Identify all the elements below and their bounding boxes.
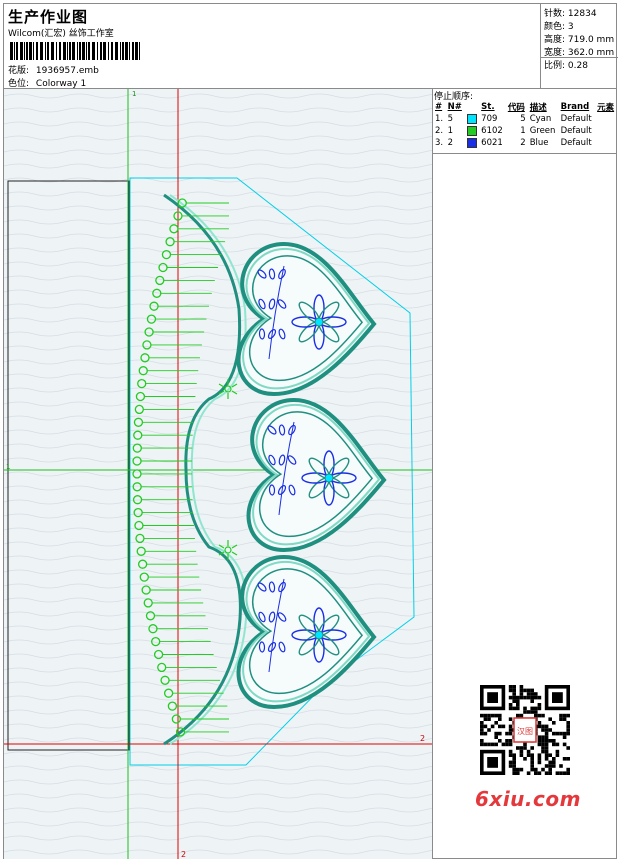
design-line: 花版: 1936957.emb [8, 63, 99, 76]
cell-st: 709 [481, 114, 498, 124]
design-file: 1936957.emb [35, 66, 99, 76]
page-title: 生产作业图 [8, 8, 89, 26]
qr-code[interactable]: 汉图 [470, 682, 580, 784]
axis-label-left: 1 [6, 463, 10, 471]
axis-label-right: 2 [420, 734, 425, 743]
table-row[interactable]: 1. 5 709 5 Cyan Default [433, 113, 617, 125]
table-row[interactable]: 2. 1 6102 1 Green Default [433, 125, 617, 137]
table-row[interactable]: 3. 2 6021 2 Blue Default [433, 137, 617, 149]
design-height: 高度: 719.0 mm [544, 35, 615, 45]
qr-stamp: 汉图 [517, 727, 533, 736]
color-swatch [466, 125, 477, 136]
cell-n: 2 [447, 138, 454, 148]
axis-label-bottom: 2 [181, 850, 186, 859]
stats-panel: 针数: 12834 颜色: 3 高度: 719.0 mm 宽度: 362.0 m… [540, 4, 618, 88]
stitch-count: 针数: 12834 [544, 9, 597, 19]
cell-code: 5 [520, 114, 526, 124]
cell-idx: 1. [435, 114, 444, 124]
cell-brand: Default [560, 138, 592, 148]
stop-sequence-table: # N# St. 代码 描述 Brand 元素 1. 5 709 5 Cyan Defau… [433, 101, 617, 149]
panel-divider [433, 153, 617, 154]
cell-el [595, 125, 617, 137]
color-swatch-cell [465, 125, 480, 137]
column-header: # [435, 102, 443, 112]
column-header: 元素 [597, 103, 615, 113]
cell-st: 6021 [481, 138, 503, 148]
cell-n: 1 [447, 126, 454, 136]
color-swatch-cell [465, 113, 480, 125]
embroidery-preview: 1 1 2 2 [4, 89, 432, 859]
color-swatch [466, 113, 477, 124]
cell-desc: Green [529, 126, 556, 136]
column-header: N# [447, 102, 462, 112]
watermark-brand: 6xiu.com [475, 787, 581, 811]
column-header [465, 101, 480, 113]
cell-brand: Default [560, 114, 592, 124]
cell-idx: 2. [435, 126, 444, 136]
cell-brand: Default [560, 126, 592, 136]
color-count: 颜色: 3 [544, 22, 574, 32]
cell-idx: 3. [435, 138, 444, 148]
cell-code: 1 [520, 126, 526, 136]
cell-desc: Blue [529, 138, 549, 148]
studio-name: Wilcom(汇宏) 丝饰工作室 [8, 29, 114, 39]
cell-n: 5 [447, 114, 454, 124]
cell-desc: Cyan [529, 114, 552, 124]
column-header: 描述 [529, 103, 547, 113]
column-header: Brand [560, 102, 590, 112]
color-swatch [466, 137, 477, 148]
axis-label-top: 1 [132, 90, 136, 98]
header-left: 生产作业图 Wilcom(汇宏) 丝饰工作室 花版: 1936957.emb 色… [4, 4, 540, 89]
barcode [10, 42, 140, 60]
design-label: 花版: [8, 66, 30, 76]
column-header: 代码 [507, 103, 525, 113]
cell-el [595, 137, 617, 149]
color-swatch-cell [465, 137, 480, 149]
table-header: # N# St. 代码 描述 Brand 元素 [433, 101, 617, 113]
cell-el [595, 113, 617, 125]
column-header: St. [481, 102, 495, 112]
design-canvas[interactable]: 1 1 2 2 [4, 89, 433, 859]
cell-code: 2 [520, 138, 526, 148]
cell-st: 6102 [481, 126, 503, 136]
design-scale: 比例: 0.28 [544, 61, 588, 71]
